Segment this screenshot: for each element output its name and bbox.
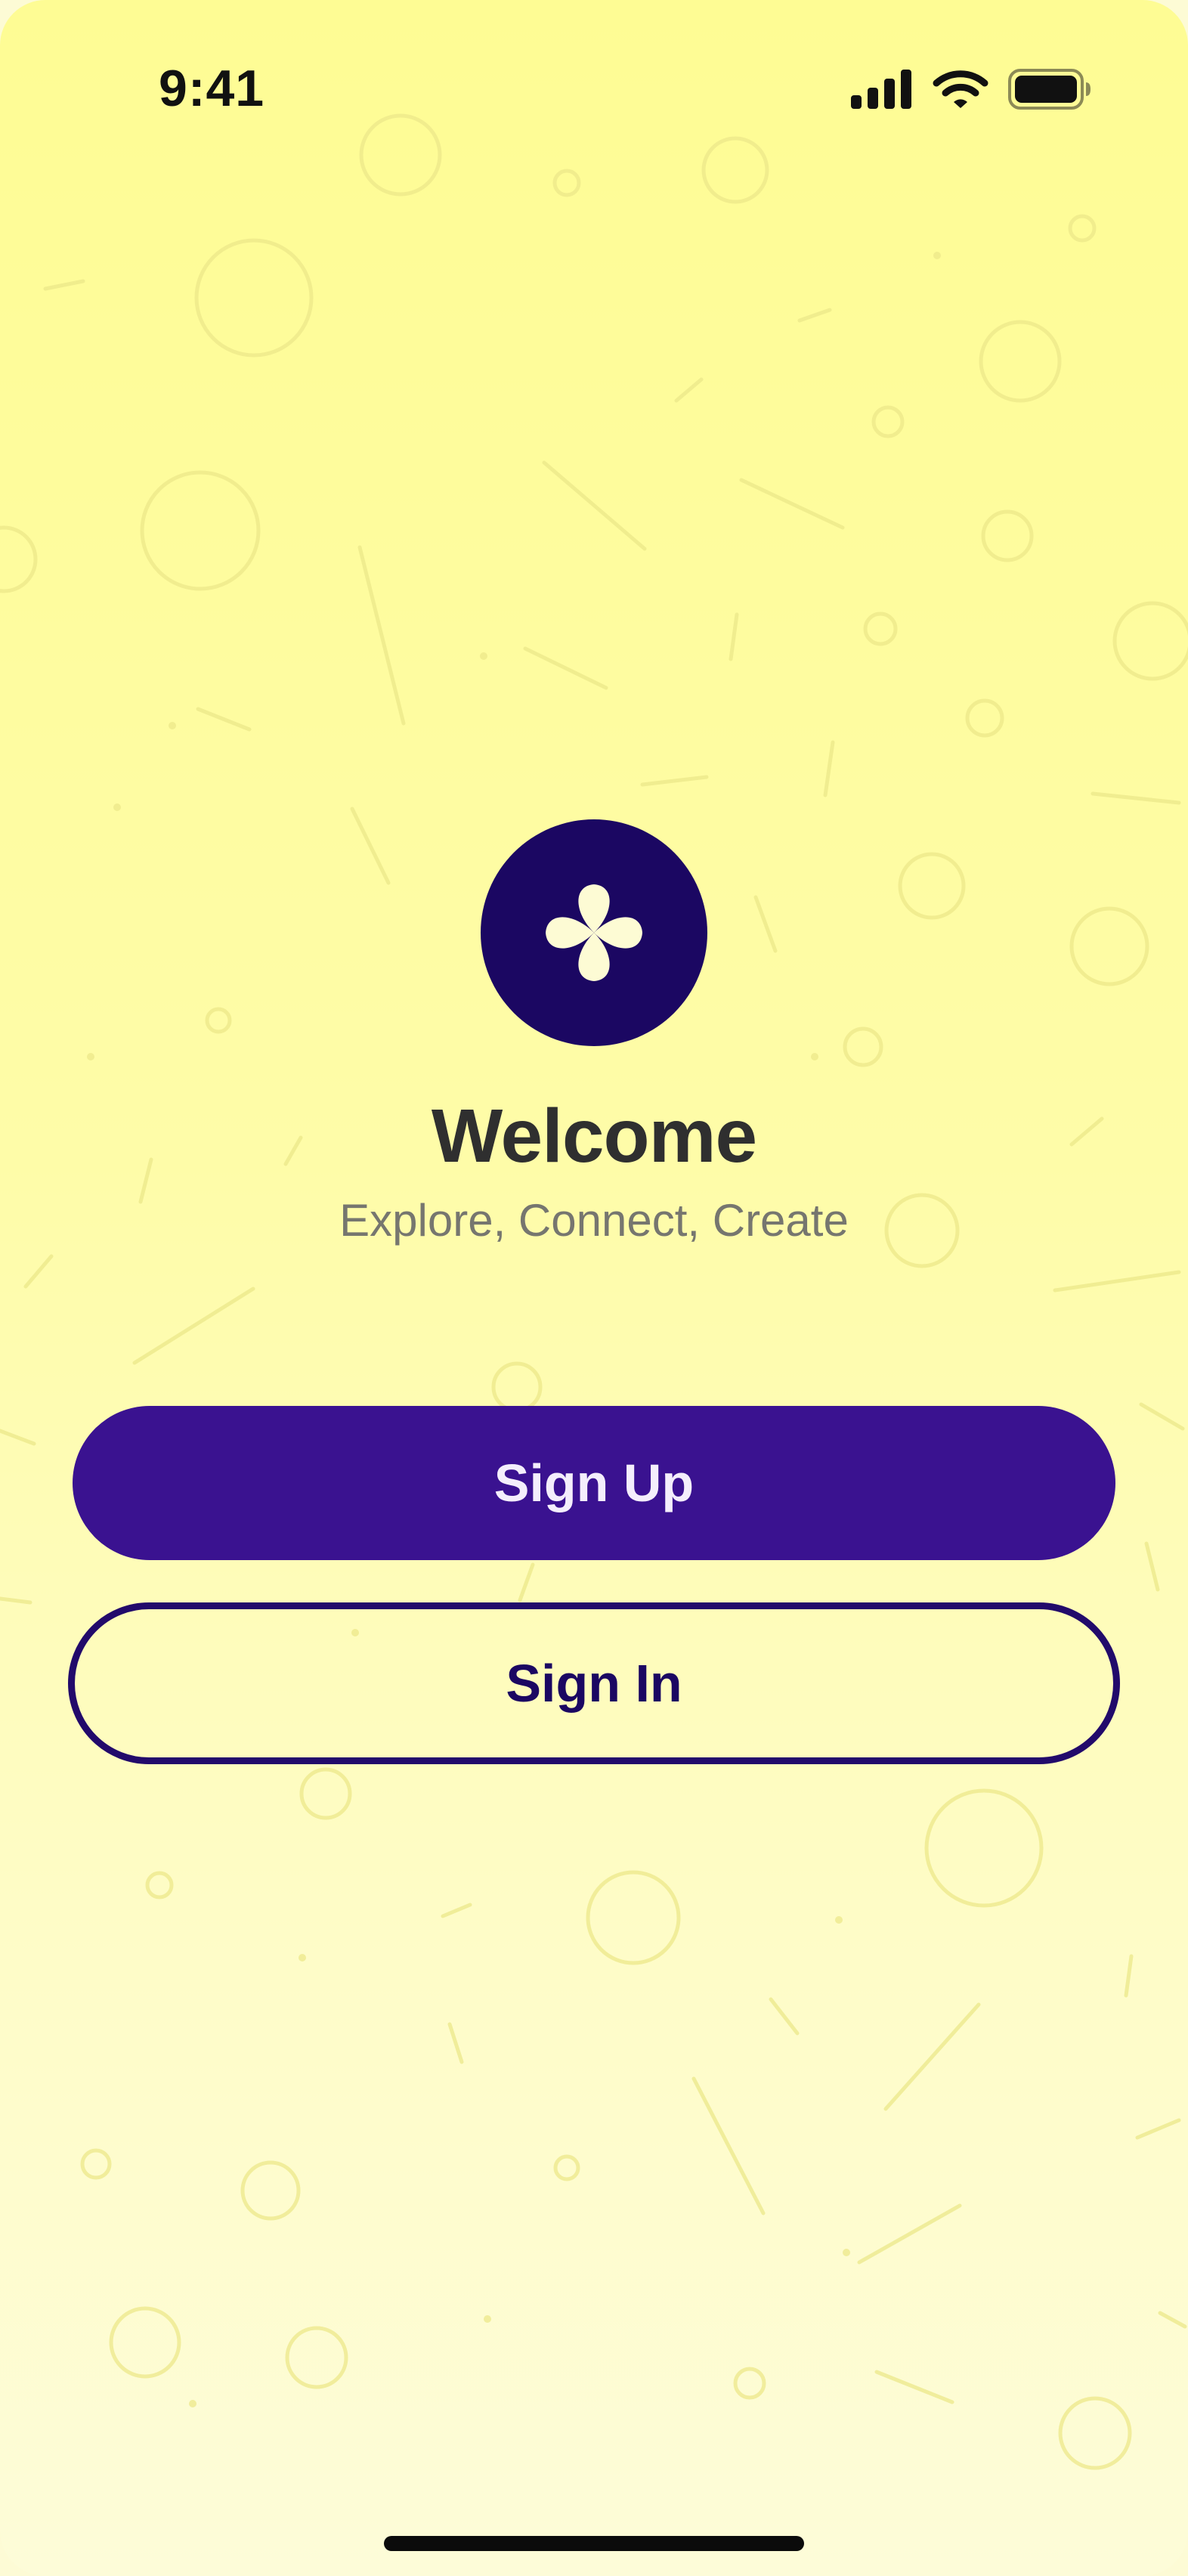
- battery-icon: [1008, 69, 1091, 110]
- wifi-icon: [933, 70, 988, 108]
- home-indicator[interactable]: [384, 2536, 804, 2551]
- welcome-screen: 9:41 Welcome Explore, Connect, Create Si…: [0, 0, 1188, 2576]
- sign-in-button[interactable]: Sign In: [68, 1602, 1120, 1764]
- sign-in-label: Sign In: [506, 1654, 682, 1713]
- clover-icon: [546, 884, 642, 981]
- welcome-subtitle: Explore, Connect, Create: [339, 1195, 849, 1246]
- app-logo: [481, 819, 707, 1046]
- welcome-title: Welcome: [431, 1094, 757, 1178]
- background-pattern: [0, 113, 1188, 2470]
- status-bar-icons: [851, 68, 1091, 110]
- sign-up-label: Sign Up: [493, 1454, 695, 1512]
- cellular-signal-icon: [851, 70, 911, 109]
- status-bar-time: 9:41: [159, 60, 265, 117]
- sign-up-button[interactable]: Sign Up: [73, 1406, 1115, 1560]
